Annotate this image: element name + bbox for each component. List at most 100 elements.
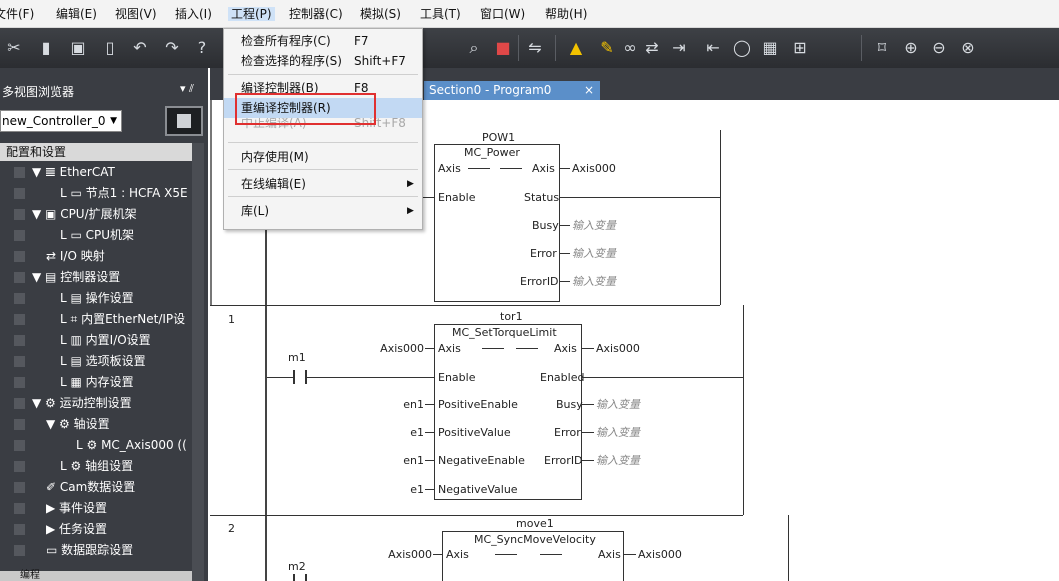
contact-m1-left[interactable] xyxy=(293,370,295,384)
toolbar-separator xyxy=(518,35,519,61)
menu-project[interactable]: 工程(P) xyxy=(228,7,275,21)
fb-output-axis: Axis xyxy=(598,548,621,561)
delete-icon[interactable]: ▯ xyxy=(100,38,120,58)
fb-input-axis-var[interactable]: Axis000 xyxy=(370,342,424,355)
fb-output-error-var[interactable]: 输入变量 xyxy=(596,426,640,439)
menu-window[interactable]: 窗口(W) xyxy=(480,7,525,21)
help-icon[interactable]: ? xyxy=(192,38,212,58)
fb-output-errorid-var[interactable]: 输入变量 xyxy=(596,454,640,467)
fb-output-errorid: ErrorID xyxy=(520,275,559,288)
zoom-reset-icon[interactable]: ⊗ xyxy=(958,38,978,58)
tree-item-mc-axis000[interactable]: L ⚙ MC_Axis000 (( xyxy=(0,435,192,456)
fb-type-name: MC_Power xyxy=(464,146,520,159)
menu-library[interactable]: 库(L) ▶ xyxy=(224,201,422,221)
fb-output-enabled: Enabled xyxy=(540,371,585,384)
tab-section0-program0[interactable]: Section0 - Program0 × xyxy=(424,81,600,100)
fb-instance-name[interactable]: move1 xyxy=(516,517,554,530)
fb-output-errorid-var[interactable]: 输入变量 xyxy=(572,275,616,288)
fb-output-busy-var[interactable]: 输入变量 xyxy=(596,398,640,411)
tree-item-option-board[interactable]: L ▤ 选项板设置 xyxy=(0,351,192,372)
tree-item-event-settings[interactable]: ▶ 事件设置 xyxy=(0,498,192,519)
fb-type-name: MC_SyncMoveVelocity xyxy=(474,533,596,546)
menu-check-all-programs[interactable]: 检查所有程序(C) F7 xyxy=(224,31,422,51)
redo-icon[interactable]: ↷ xyxy=(162,38,182,58)
zoom-in-icon[interactable]: ⊕ xyxy=(901,38,921,58)
fb-input-ne-var[interactable]: en1 xyxy=(390,454,424,467)
online-icon[interactable]: ∞ xyxy=(620,38,640,58)
menu-check-selected-programs[interactable]: 检查选择的程序(S) Shift+F7 xyxy=(224,51,422,71)
tree-item-io-map[interactable]: ⇄ I/O 映射 xyxy=(0,246,192,267)
tree-item-data-trace[interactable]: ▭ 数据跟踪设置 xyxy=(0,540,192,561)
menu-insert[interactable]: 插入(I) xyxy=(175,7,212,21)
controller-select[interactable]: new_Controller_0 ▼ xyxy=(0,110,122,132)
fb-input-nv-var[interactable]: e1 xyxy=(390,483,424,496)
fb-output-axis: Axis xyxy=(554,342,577,355)
menu-file[interactable]: 文件(F) xyxy=(0,7,34,21)
tree-item-builtin-io[interactable]: L ▥ 内置I/O设置 xyxy=(0,330,192,351)
fb-output-error-var[interactable]: 输入变量 xyxy=(572,247,616,260)
fb-input-axis-var[interactable]: Axis000 xyxy=(380,548,432,561)
fb-output-busy-var[interactable]: 输入变量 xyxy=(572,219,616,232)
close-icon[interactable]: × xyxy=(584,81,594,100)
tree-item-ethercat[interactable]: ▼ 𝌆 EtherCAT xyxy=(0,162,192,183)
rung-gutter xyxy=(210,100,212,305)
tree-item-axis-settings[interactable]: ▼ ⚙ 轴设置 xyxy=(0,414,192,435)
menu-view[interactable]: 视图(V) xyxy=(115,7,157,21)
upload-icon[interactable]: ⇤ xyxy=(703,38,723,58)
menu-simulation[interactable]: 模拟(S) xyxy=(360,7,401,21)
contact-label[interactable]: m2 xyxy=(288,560,306,573)
zoom-out-icon[interactable]: ⊖ xyxy=(929,38,949,58)
tab-label: Section0 - Program0 xyxy=(429,83,552,97)
tree-item-ethernet-ip[interactable]: L ⌗ 内置EtherNet/IP设 xyxy=(0,309,192,330)
warning-icon[interactable]: ▲ xyxy=(566,38,586,58)
tree-item-cam-data[interactable]: ✐ Cam数据设置 xyxy=(0,477,192,498)
fit-icon[interactable]: ⌑ xyxy=(872,38,892,58)
menu-memory-usage[interactable]: 内存使用(M) xyxy=(224,147,422,167)
rung-separator xyxy=(210,305,720,306)
paste-icon[interactable]: ▣ xyxy=(68,38,88,58)
tree-item-operation-settings[interactable]: L ▤ 操作设置 xyxy=(0,288,192,309)
tree-section-programming[interactable]: 编程 xyxy=(0,571,192,581)
cross-ref-icon[interactable]: ⊞ xyxy=(790,38,810,58)
tree-item-axis-group-settings[interactable]: L ⚙ 轴组设置 xyxy=(0,456,192,477)
controller-icon[interactable] xyxy=(165,106,203,136)
pencil-icon[interactable]: ✎ xyxy=(597,38,617,58)
sync-icon[interactable]: ⇄ xyxy=(642,38,662,58)
tree-item-task-settings[interactable]: ▶ 任务设置 xyxy=(0,519,192,540)
menu-tools[interactable]: 工具(T) xyxy=(420,7,461,21)
register-icon[interactable]: ■ xyxy=(493,38,513,58)
undo-icon[interactable]: ↶ xyxy=(130,38,150,58)
transfer-icon[interactable]: ⇥ xyxy=(669,38,689,58)
tree-item-memory-settings[interactable]: L ▦ 内存设置 xyxy=(0,372,192,393)
contact-m2-left[interactable] xyxy=(293,574,295,581)
fb-input-pe-var[interactable]: en1 xyxy=(390,398,424,411)
menu-edit[interactable]: 编辑(E) xyxy=(56,7,97,21)
menu-help[interactable]: 帮助(H) xyxy=(545,7,587,21)
fb-output-axis-var[interactable]: Axis000 xyxy=(638,548,682,561)
find-icon[interactable]: ⌕ xyxy=(464,38,484,58)
fb-output-error: Error xyxy=(554,426,581,439)
contact-m2-right[interactable] xyxy=(305,574,307,581)
fb-output-axis-var[interactable]: Axis000 xyxy=(572,162,616,175)
tree-item-node1[interactable]: L ▭ 节点1 : HCFA X5E xyxy=(0,183,192,204)
toolbar-separator xyxy=(861,35,862,61)
tree-item-cpu-frame[interactable]: L ▭ CPU机架 xyxy=(0,225,192,246)
pin-icon[interactable]: ▾ ⫽ xyxy=(180,82,194,96)
monitor-icon[interactable]: ▦ xyxy=(760,38,780,58)
tree-section-config[interactable]: 配置和设置 xyxy=(0,143,192,161)
menu-controller[interactable]: 控制器(C) xyxy=(289,7,343,21)
tree-item-cpu-rack[interactable]: ▼ ▣ CPU/扩展机架 xyxy=(0,204,192,225)
stop-icon[interactable]: ◯ xyxy=(732,38,752,58)
contact-label[interactable]: m1 xyxy=(288,351,306,364)
fb-instance-name[interactable]: tor1 xyxy=(500,310,523,323)
fb-instance-name[interactable]: POW1 xyxy=(482,131,515,144)
copy-icon[interactable]: ▮ xyxy=(36,38,56,58)
tree-scrollbar[interactable] xyxy=(192,143,204,581)
fb-input-pv-var[interactable]: e1 xyxy=(390,426,424,439)
tree-item-controller-settings[interactable]: ▼ ▤ 控制器设置 xyxy=(0,267,192,288)
compare-icon[interactable]: ⇋ xyxy=(525,38,545,58)
cut-icon[interactable]: ✂ xyxy=(4,38,24,58)
menu-online-edit[interactable]: 在线编辑(E) ▶ xyxy=(224,174,422,194)
fb-output-axis-var[interactable]: Axis000 xyxy=(596,342,640,355)
tree-item-motion-settings[interactable]: ▼ ⚙ 运动控制设置 xyxy=(0,393,192,414)
